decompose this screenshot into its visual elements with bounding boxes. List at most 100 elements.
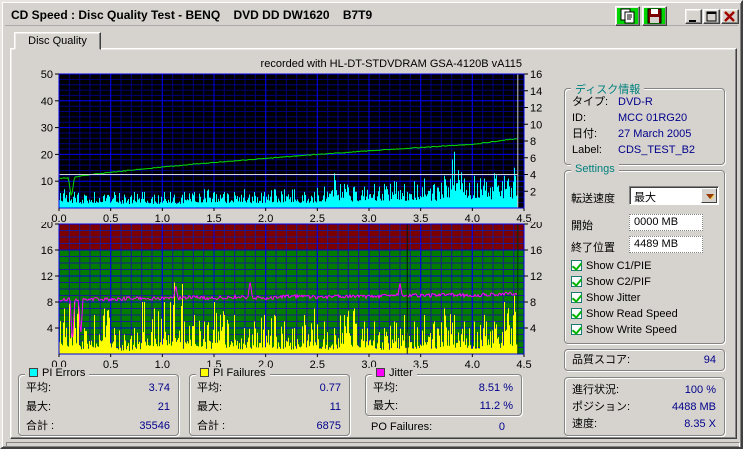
status-bar bbox=[6, 442, 740, 447]
speed-label: 転送速度 bbox=[571, 193, 615, 205]
combobox-dropdown-button[interactable] bbox=[701, 188, 717, 203]
progress-row: 進行状況: 100 % bbox=[572, 384, 716, 396]
progress-row: ポジション: 4488 MB bbox=[572, 401, 716, 413]
checkbox-checked-icon bbox=[571, 324, 582, 335]
quality-score-row: 品質スコア: 94 bbox=[572, 354, 716, 366]
svg-text:4.5: 4.5 bbox=[516, 359, 531, 370]
svg-text:2.5: 2.5 bbox=[310, 359, 325, 370]
start-position-field[interactable]: 0000 MB bbox=[629, 214, 703, 231]
end-position-label: 終了位置 bbox=[571, 242, 615, 254]
jitter-color-swatch bbox=[376, 368, 385, 377]
svg-text:20: 20 bbox=[530, 222, 542, 231]
progress-row: 速度: 8.35 X bbox=[572, 418, 716, 430]
stat-row: 平均: 0.77 bbox=[197, 382, 341, 394]
svg-text:0.0: 0.0 bbox=[51, 213, 66, 222]
close-button[interactable] bbox=[721, 9, 739, 24]
disc-info-row: タイプ: DVD-R bbox=[572, 96, 653, 108]
svg-text:10: 10 bbox=[41, 176, 53, 188]
pi-errors-stats-box: PI Errors 平均: 3.74 最大: 21 合計 :35546 bbox=[18, 367, 179, 436]
svg-text:4.0: 4.0 bbox=[465, 359, 480, 370]
po-failures-row: PO Failures: 0 bbox=[371, 421, 513, 436]
jitter-legend: Jitter bbox=[372, 367, 417, 379]
svg-text:3.0: 3.0 bbox=[361, 213, 376, 222]
maximize-button[interactable] bbox=[703, 9, 720, 24]
checkbox-checked-icon bbox=[571, 276, 582, 287]
checkbox-show-c2-pif[interactable]: Show C2/PIF bbox=[571, 275, 721, 289]
svg-text:1.0: 1.0 bbox=[155, 359, 170, 370]
stat-row: 最大: 11.2 % bbox=[373, 400, 513, 412]
svg-text:16: 16 bbox=[41, 245, 53, 257]
checkbox-checked-icon bbox=[571, 308, 582, 319]
svg-text:14: 14 bbox=[530, 86, 542, 98]
svg-text:1.5: 1.5 bbox=[206, 213, 221, 222]
save-button[interactable] bbox=[642, 6, 667, 26]
svg-text:8: 8 bbox=[530, 297, 536, 309]
pi-errors-legend: PI Errors bbox=[25, 367, 90, 379]
svg-text:0.5: 0.5 bbox=[103, 213, 118, 222]
checkbox-show-read-speed[interactable]: Show Read Speed bbox=[571, 307, 721, 321]
svg-text:0.5: 0.5 bbox=[103, 359, 118, 370]
app-window: CD Speed : Disc Quality Test - BENQ DVD … bbox=[0, 0, 743, 449]
pi-failures-legend: PI Failures bbox=[196, 367, 270, 379]
svg-text:4: 4 bbox=[47, 323, 53, 335]
svg-text:4: 4 bbox=[530, 323, 536, 335]
svg-text:40: 40 bbox=[41, 96, 53, 108]
po-failures-label: PO Failures: bbox=[371, 421, 433, 433]
svg-text:4.5: 4.5 bbox=[516, 213, 531, 222]
start-position-label: 開始 bbox=[571, 220, 593, 232]
tab-disc-quality[interactable]: Disc Quality bbox=[14, 32, 101, 50]
jitter-stats-box: Jitter 平均: 8.51 % 最大: 11.2 % bbox=[365, 367, 522, 416]
svg-text:2: 2 bbox=[530, 186, 536, 198]
end-position-field[interactable]: 4489 MB bbox=[629, 236, 703, 253]
maximize-icon bbox=[706, 11, 717, 22]
checkbox-checked-icon bbox=[571, 260, 582, 271]
stat-row: 合計 :6875 bbox=[197, 420, 341, 432]
pi-failures-stats-box: PI Failures 平均: 0.77 最大: 11 合計 :6875 bbox=[189, 367, 350, 436]
settings-box: Settings 転送速度 最大 開始 0000 MB 終了位置 4489 MB… bbox=[564, 163, 725, 344]
svg-text:16: 16 bbox=[530, 69, 542, 81]
svg-text:4: 4 bbox=[530, 170, 536, 182]
tab-label: Disc Quality bbox=[28, 35, 87, 47]
settings-title: Settings bbox=[571, 163, 619, 175]
svg-text:8: 8 bbox=[530, 136, 536, 148]
disc-info-row: 日付: 27 March 2005 bbox=[572, 128, 692, 140]
svg-text:12: 12 bbox=[530, 271, 542, 283]
save-icon bbox=[647, 8, 662, 24]
minimize-icon bbox=[689, 20, 696, 22]
checkbox-show-jitter[interactable]: Show Jitter bbox=[571, 291, 721, 305]
svg-text:20: 20 bbox=[41, 222, 53, 231]
progress-box: 進行状況: 100 % ポジション: 4488 MB 速度: 8.35 X bbox=[564, 377, 725, 436]
stat-row: 最大: 11 bbox=[197, 401, 341, 413]
svg-text:8: 8 bbox=[47, 297, 53, 309]
svg-text:4.0: 4.0 bbox=[465, 213, 480, 222]
titlebar: CD Speed : Disc Quality Test - BENQ DVD … bbox=[5, 5, 739, 26]
minimize-button[interactable] bbox=[685, 9, 702, 24]
pi-failures-jitter-chart: 0.0 0.5 1.0 1.5 2.0 2.5 3.0 3.5 4.0 4.54812162048… bbox=[41, 222, 543, 370]
svg-text:3.5: 3.5 bbox=[413, 213, 428, 222]
stat-row: 合計 :35546 bbox=[26, 420, 170, 432]
copy-button[interactable] bbox=[615, 6, 640, 26]
speed-combobox[interactable]: 最大 bbox=[629, 186, 719, 205]
disc-info-row: Label: CDS_TEST_B2 bbox=[572, 144, 696, 156]
window-title: CD Speed : Disc Quality Test - BENQ DVD … bbox=[11, 8, 373, 22]
chevron-down-icon bbox=[706, 194, 714, 199]
stat-row: 平均: 8.51 % bbox=[373, 382, 513, 394]
checkbox-checked-icon bbox=[571, 292, 582, 303]
svg-text:2.5: 2.5 bbox=[310, 213, 325, 222]
close-icon bbox=[724, 11, 736, 22]
pi-errors-color-swatch bbox=[29, 368, 38, 377]
svg-text:12: 12 bbox=[41, 271, 53, 283]
stat-row: 平均: 3.74 bbox=[26, 382, 170, 394]
po-failures-value: 0 bbox=[498, 421, 505, 433]
disc-info-box: ディスク情報 タイプ: DVD-R ID: MCC 01RG20 日付: 27 Mar… bbox=[564, 81, 725, 165]
disc-info-row: ID: MCC 01RG20 bbox=[572, 112, 688, 124]
svg-text:12: 12 bbox=[530, 103, 542, 115]
checkbox-show-c1-pie[interactable]: Show C1/PIE bbox=[571, 259, 721, 273]
checkbox-show-write-speed[interactable]: Show Write Speed bbox=[571, 323, 721, 337]
svg-text:10: 10 bbox=[530, 119, 542, 131]
svg-text:20: 20 bbox=[41, 149, 53, 161]
svg-text:50: 50 bbox=[41, 69, 53, 81]
svg-text:6: 6 bbox=[530, 153, 536, 165]
stat-row: 最大: 21 bbox=[26, 401, 170, 413]
pi-errors-chart: 0.0 0.5 1.0 1.5 2.0 2.5 3.0 3.5 4.0 4.5 10 20 30 40 50… bbox=[41, 69, 543, 222]
